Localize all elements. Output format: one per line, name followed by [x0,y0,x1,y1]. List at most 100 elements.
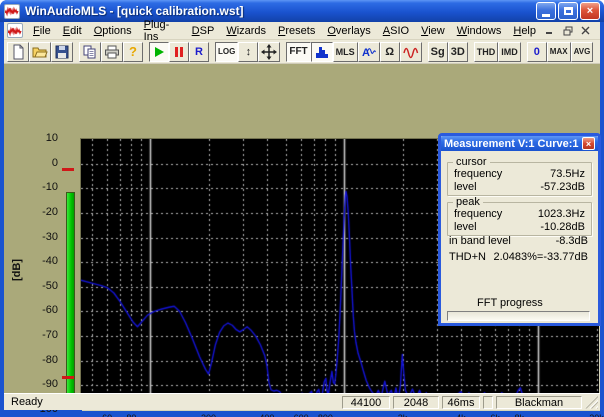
y-tick-label: -20 [22,206,58,218]
cursor-group: cursor frequency73.5Hz level-57.23dB [447,156,592,196]
filter-button[interactable]: A [358,42,380,62]
menu-presets[interactable]: Presets [272,24,321,38]
record-button[interactable]: R [189,42,209,62]
help-button[interactable]: ? [123,42,143,62]
menu-dsp[interactable]: DSP [186,24,221,38]
peak-level-value: -10.28dB [540,221,585,234]
thdn-label: THD+N [449,251,486,263]
fft-progress-bar [447,311,590,321]
in-band-level-value: -8.3dB [556,235,588,247]
log-scale-button[interactable]: LOG [215,42,238,62]
x-tick-label: 200 [197,413,221,417]
printer-icon [104,44,120,60]
titlebar[interactable]: WinAudioMLS - [quick calibration.wst] × [0,0,604,22]
signal-generator-button[interactable]: Sg [428,42,448,62]
minimize-button[interactable] [536,2,556,20]
y-tick-label: 0 [22,157,58,169]
resize-grip[interactable] [585,396,598,409]
save-button[interactable] [51,42,73,62]
y-tick-label: -40 [22,255,58,267]
measurement-window: Measurement V:1 Curve:1 × cursor frequen… [438,133,601,326]
menu-help[interactable]: Help [507,24,542,38]
x-tick-label: 2k [391,413,415,417]
menu-overlays[interactable]: Overlays [321,24,376,38]
x-tick-label: 60 [95,413,119,417]
cursor-frequency-label: frequency [454,168,502,181]
maximize-button[interactable] [558,2,578,20]
max-hold-button[interactable]: MAX [547,42,571,62]
plot-client-area: [dB] frequency [Hz] Dr-Jordan-Design Mea… [4,64,600,393]
status-window-function: Blackman [496,396,582,409]
menu-edit[interactable]: Edit [57,24,88,38]
meter-peak-mark [62,376,74,379]
app-icon [4,4,20,19]
close-button[interactable]: × [580,2,600,20]
status-spacer [483,396,493,409]
window-title: WinAudioMLS - [quick calibration.wst] [25,4,536,18]
peak-group-label: peak [453,196,483,208]
measurement-titlebar[interactable]: Measurement V:1 Curve:1 × [441,136,598,151]
y-tick-label: 10 [22,132,58,144]
x-tick-label: 4k [449,413,473,417]
cursor-level-value: -57.23dB [540,181,585,194]
spectrum-button[interactable] [311,42,333,62]
y-tick-label: -30 [22,231,58,243]
y-tick-label: -50 [22,280,58,292]
peak-group: peak frequency1023.3Hz level-10.28dB [447,196,592,236]
menu-view[interactable]: View [415,24,451,38]
move-cross-icon [261,44,277,60]
statusbar: Ready 44100 2048 46ms Blackman [4,393,600,410]
document-icon[interactable] [7,23,23,38]
measurement-title: Measurement V:1 Curve:1 [444,138,582,150]
play-button[interactable] [149,42,169,62]
y-tick-label: -90 [22,378,58,390]
peak-frequency-value: 1023.3Hz [538,208,585,221]
blue-bars-icon [314,44,330,60]
y-tick-label: -60 [22,304,58,316]
copy-icon [82,44,98,60]
distortion-button[interactable] [400,42,422,62]
x-tick-label: 400 [255,413,279,417]
a-wave-icon: A [361,44,377,60]
menu-asio[interactable]: ASIO [377,24,415,38]
zero-button[interactable]: 0 [527,42,547,62]
y-tick-label: -10 [22,181,58,193]
x-tick-label: 600 [289,413,313,417]
3d-button[interactable]: 3D [448,42,468,62]
x-tick-label: 6k [483,413,507,417]
copy-button[interactable] [79,42,101,62]
pan-button[interactable] [258,42,280,62]
x-tick-label: 800 [313,413,337,417]
new-button[interactable] [7,42,29,62]
thd-button[interactable]: THD [474,42,499,62]
status-latency: 46ms [442,396,480,409]
new-page-icon [10,44,26,60]
pause-button[interactable] [169,42,189,62]
average-button[interactable]: AVG [571,42,594,62]
mdi-restore-button[interactable] [560,24,575,37]
menubar: File Edit Options Plug-Ins DSP Wizards P… [4,22,600,40]
status-fft-size: 2048 [393,396,439,409]
x-tick-label: 80 [119,413,143,417]
mdi-close-button[interactable] [578,24,593,37]
measurement-close-button[interactable]: × [582,137,595,150]
open-folder-icon [32,44,48,60]
meter-peak-mark [62,168,74,171]
mls-button[interactable]: MLS [333,42,358,62]
fft-button[interactable]: FFT [286,42,310,62]
impedance-button[interactable]: Ω [380,42,400,62]
thdn-value: 2.0483%=-33.77dB [494,251,589,263]
vertical-zoom-button[interactable]: ↕ [238,42,258,62]
y-tick-label: -70 [22,329,58,341]
open-button[interactable] [29,42,51,62]
imd-button[interactable]: IMD [498,42,521,62]
menu-windows[interactable]: Windows [451,24,508,38]
menu-wizards[interactable]: Wizards [220,24,272,38]
y-tick-label: -80 [22,354,58,366]
menu-options[interactable]: Options [88,24,138,38]
mdi-minimize-button[interactable] [542,24,557,37]
print-button[interactable] [101,42,123,62]
status-sample-rate: 44100 [342,396,390,409]
menu-file[interactable]: File [27,24,57,38]
pause-icon [175,47,183,57]
